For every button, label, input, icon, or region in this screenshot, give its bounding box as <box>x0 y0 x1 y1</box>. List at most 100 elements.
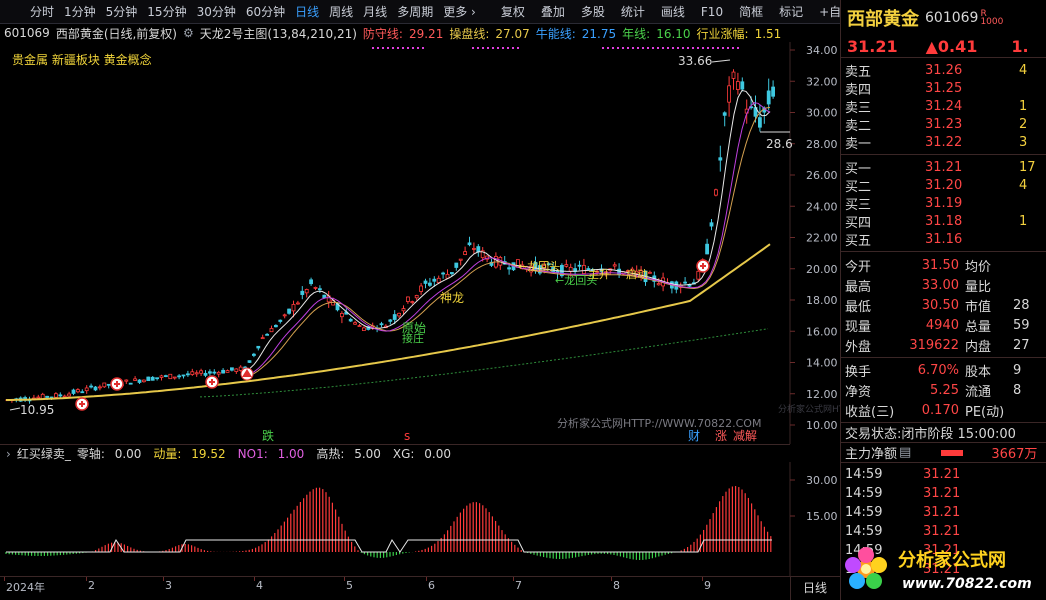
order-row[interactable]: 买三 31.19 <box>841 194 1046 213</box>
buy-signal-marker[interactable] <box>696 259 710 273</box>
signal-dot <box>692 47 694 49</box>
quote-price-row: 31.21 ▲0.41 1. <box>841 36 1046 58</box>
candle-body <box>656 283 661 286</box>
candle-body <box>225 370 230 373</box>
period-tab-9[interactable]: 多周期 <box>392 0 438 24</box>
period-tab-0[interactable]: 分时 <box>25 0 59 24</box>
order-row[interactable]: 卖二 31.23 2 <box>841 115 1046 134</box>
net-bar <box>941 449 964 456</box>
sub-title[interactable]: 红买绿卖_ <box>17 445 71 462</box>
signal-dot <box>667 47 669 49</box>
order-row[interactable]: 卖四 31.25 <box>841 79 1046 98</box>
period-tab-3[interactable]: 15分钟 <box>142 0 191 24</box>
candle-body <box>432 278 437 282</box>
period-tab-10[interactable]: 更多 › <box>438 0 481 24</box>
low-price-label: 10.95 <box>20 403 54 417</box>
price-tick-label: 16.00 <box>806 325 838 338</box>
signal-dot <box>622 47 624 49</box>
candle-body <box>251 353 256 356</box>
candle-body <box>709 222 714 227</box>
order-row[interactable]: 买二 31.20 4 <box>841 176 1046 195</box>
candle-body <box>564 264 569 267</box>
signal-dot <box>402 47 404 49</box>
indicator-name[interactable]: 天龙2号主图(13,84,210,21) <box>200 25 357 42</box>
tool-button-6[interactable]: 简框 <box>734 0 768 24</box>
candle-body <box>449 272 454 275</box>
trade-status: 交易状态: 闭市阶段 15:00:00 <box>841 423 1046 443</box>
buy-signal-marker[interactable] <box>75 397 89 411</box>
stat-row: 收益(三) 0.170 PE(动) <box>845 402 1005 420</box>
price-tick-label: 10.00 <box>806 419 838 432</box>
start-label: 启动 <box>626 268 648 281</box>
candle-body <box>229 367 234 371</box>
jiezhan-label: 接庄 <box>402 331 424 345</box>
x-axis-tick <box>4 577 5 581</box>
last-price: 31.21 <box>847 37 898 56</box>
price-pct: 1. <box>1011 37 1029 56</box>
order-row[interactable]: 买四 31.18 1 <box>841 212 1046 231</box>
signal-dot <box>632 47 634 49</box>
period-tab-1[interactable]: 1分钟 <box>59 0 101 24</box>
watermark-logo: 分析家公式网 www.70822.com <box>845 547 1032 592</box>
buy-signal-marker[interactable] <box>110 377 124 391</box>
list-icon[interactable]: ▤ <box>899 445 911 460</box>
chevron-right-icon[interactable]: › <box>6 447 11 461</box>
candle-body <box>295 302 300 305</box>
signal-dot <box>672 47 674 49</box>
tool-button-3[interactable]: 统计 <box>616 0 650 24</box>
tool-button-2[interactable]: 多股 <box>576 0 610 24</box>
period-tab-5[interactable]: 60分钟 <box>241 0 290 24</box>
candle-body <box>727 85 731 103</box>
momentum: 动量: 19.52 <box>153 447 226 461</box>
main-rise-label: 主升 <box>588 268 610 281</box>
warning-signal-marker[interactable] <box>240 367 254 381</box>
candle-body <box>203 372 208 376</box>
tool-button-5[interactable]: F10 <box>696 0 728 24</box>
momentum-chart[interactable]: 30.00 15.00 <box>0 462 840 576</box>
candle-body <box>441 272 446 275</box>
candle-body <box>758 117 762 128</box>
tool-button-0[interactable]: 复权 <box>496 0 530 24</box>
order-row[interactable]: 买五 31.16 <box>841 230 1046 249</box>
period-tab-8[interactable]: 月线 <box>358 0 392 24</box>
signal-dot <box>407 47 409 49</box>
tool-button-4[interactable]: 画线 <box>656 0 690 24</box>
period-tab-4[interactable]: 30分钟 <box>192 0 241 24</box>
candle-body <box>128 382 133 385</box>
tool-button-7[interactable]: 标记 <box>774 0 808 24</box>
order-row[interactable]: 卖五 31.26 4 <box>841 61 1046 80</box>
price-tick-label: 22.00 <box>806 232 838 245</box>
order-row[interactable]: 卖三 31.24 1 <box>841 97 1046 116</box>
candle-body <box>124 379 129 382</box>
signal-dot <box>492 47 494 49</box>
signal-dot <box>482 47 484 49</box>
price-tick-label: 24.00 <box>806 200 838 213</box>
period-tab-6[interactable]: 日线 <box>290 0 324 24</box>
tool-button-1[interactable]: 叠加 <box>536 0 570 24</box>
stat-row: 现量 4940 总量 59 <box>845 317 1030 335</box>
order-row[interactable]: 买一 31.21 17 <box>841 158 1046 177</box>
stat-row: 最低 30.50 市值 28 <box>845 297 1030 315</box>
order-row[interactable]: 卖一 31.22 3 <box>841 133 1046 152</box>
x-axis-label: 5 <box>346 579 353 592</box>
candle-body <box>155 377 160 380</box>
price-tick-label: 20.00 <box>806 263 838 276</box>
candle-body <box>317 288 322 291</box>
period-tab-7[interactable]: 周线 <box>324 0 358 24</box>
candle-body <box>238 366 243 371</box>
fang-label: 防守线: 29.21 <box>362 26 444 41</box>
candle-body <box>401 308 406 312</box>
finance-label: 财 <box>688 429 700 443</box>
tick-row: 14:5931.21 <box>845 486 961 501</box>
settings-icon[interactable]: ⚙ <box>183 26 194 40</box>
price-tick-label: 34.00 <box>806 44 838 57</box>
signal-dot <box>472 47 474 49</box>
period-tab-2[interactable]: 5分钟 <box>101 0 143 24</box>
kline-chart[interactable]: 34.00 32.00 30.00 28.00 26.00 24.00 22.00 20.00… <box>0 42 840 444</box>
price-tick-label: 28.00 <box>806 138 838 151</box>
quote-panel: 西部黄金 601069 R 1000 31.21 ▲0.41 1. 卖五 31.26… <box>840 0 1046 600</box>
buy-signal-marker[interactable] <box>205 375 219 389</box>
signal-dot <box>687 47 689 49</box>
candle-body <box>388 319 393 322</box>
candle-body <box>458 258 463 261</box>
